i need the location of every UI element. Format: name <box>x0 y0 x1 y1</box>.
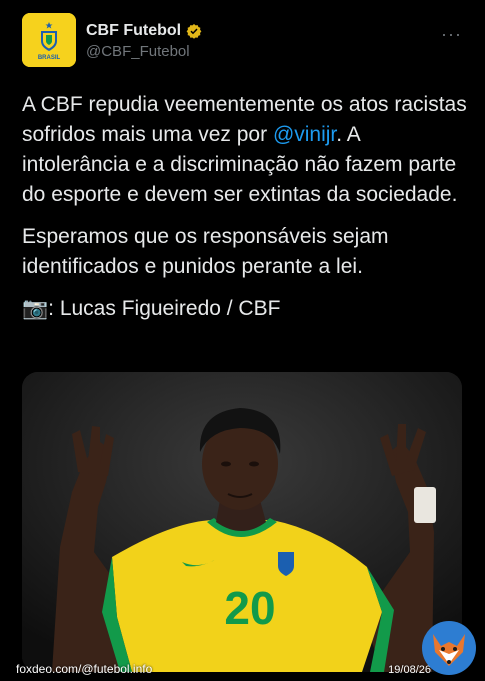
watermark-source: foxdeo.com/@futebol.info <box>16 662 153 676</box>
jersey-number: 20 <box>224 582 275 634</box>
author-handle[interactable]: @CBF_Futebol <box>86 43 202 60</box>
photo-credit: 📷: Lucas Figueiredo / CBF <box>22 294 467 324</box>
paragraph-1-text: A CBF repudia veementemente os atos raci… <box>22 93 467 146</box>
verified-badge-icon <box>186 24 202 39</box>
tweet-paragraph-2: Esperamos que os responsáveis sejam iden… <box>22 225 389 278</box>
tweet-body: A CBF repudia veementemente os atos raci… <box>22 90 467 336</box>
tweet-paragraph-1: A CBF repudia veementemente os atos raci… <box>22 90 467 210</box>
tweet-header: BRASIL CBF Futebol @CBF_Futebol ··· <box>22 12 462 68</box>
photo-credit-text: : Lucas Figueiredo / CBF <box>48 297 281 320</box>
camera-icon: 📷 <box>22 297 49 320</box>
more-options-button[interactable]: ··· <box>441 24 462 45</box>
author-name[interactable]: CBF Futebol <box>86 22 202 40</box>
mention-link[interactable]: @vinijr <box>273 123 336 146</box>
avatar-brasil-text: BRASIL <box>38 55 61 61</box>
player-photo-image: 20 <box>22 372 462 672</box>
author-info: CBF Futebol @CBF_Futebol <box>86 22 202 60</box>
cbf-crest-icon: BRASIL <box>22 13 76 67</box>
display-name-text: CBF Futebol <box>86 22 182 39</box>
tweet-photo[interactable]: 20 <box>22 372 462 672</box>
fox-logo-icon <box>421 620 477 676</box>
cbf-avatar[interactable]: BRASIL <box>22 13 76 67</box>
